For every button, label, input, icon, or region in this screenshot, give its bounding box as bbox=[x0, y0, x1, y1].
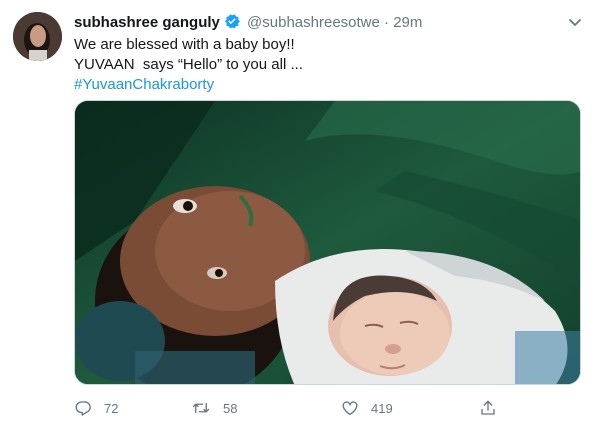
retweet-count: 58 bbox=[223, 400, 238, 416]
retweet-button[interactable]: 58 bbox=[191, 396, 237, 420]
verified-badge-icon bbox=[223, 12, 241, 36]
reply-button[interactable]: 72 bbox=[74, 396, 118, 420]
tweet-text: We are blessed with a baby boy!! YUVAAN … bbox=[74, 35, 579, 95]
like-count: 419 bbox=[371, 400, 393, 416]
tweet-text-line: We are blessed with a baby boy!! bbox=[74, 36, 295, 53]
chevron-down-icon[interactable] bbox=[565, 12, 585, 32]
author-handle[interactable]: @subhashreesotwe bbox=[247, 14, 380, 31]
avatar[interactable] bbox=[13, 12, 62, 61]
tweet-timestamp[interactable]: 29m bbox=[393, 14, 422, 31]
hashtag-link[interactable]: #YuvaanChakraborty bbox=[74, 75, 579, 95]
tweet[interactable]: subhashree ganguly @subhashreesotwe · 29… bbox=[0, 0, 593, 429]
retweet-icon bbox=[191, 399, 211, 417]
reply-count: 72 bbox=[104, 400, 119, 416]
tweet-actions: 72 58 419 bbox=[74, 396, 514, 420]
share-button[interactable] bbox=[479, 396, 497, 420]
share-icon bbox=[479, 399, 497, 417]
reply-icon bbox=[74, 399, 92, 417]
like-button[interactable]: 419 bbox=[341, 396, 393, 420]
tweet-header: subhashree ganguly @subhashreesotwe · 29… bbox=[74, 12, 422, 36]
tweet-media-image[interactable] bbox=[74, 100, 581, 385]
author-name[interactable]: subhashree ganguly bbox=[74, 14, 220, 31]
header-separator: · bbox=[384, 14, 390, 31]
tweet-text-line: YUVAAN says “Hello” to you all ... bbox=[74, 56, 303, 73]
like-icon bbox=[341, 399, 359, 417]
